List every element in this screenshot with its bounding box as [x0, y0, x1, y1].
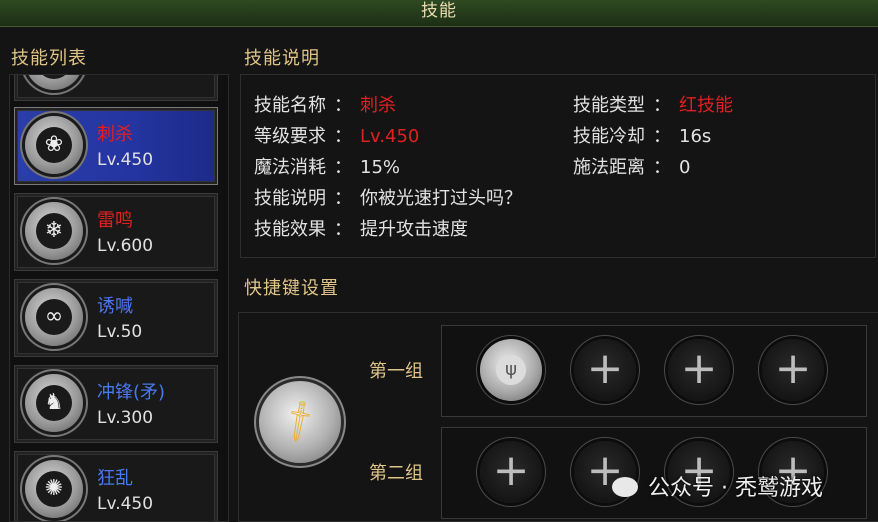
- range-value: 0: [679, 157, 691, 178]
- skill-type-row: 技能类型 ： 红技能: [573, 91, 733, 117]
- plus-icon: +: [774, 343, 812, 394]
- cooldown-row: 技能冷却 ： 16s: [573, 122, 711, 148]
- effect-row: 技能效果 ： 提升攻击速度: [254, 215, 468, 241]
- level-req-label: 等级要求: [254, 126, 326, 147]
- separator: ：: [653, 157, 671, 178]
- separator: ：: [334, 188, 352, 209]
- skill-list-item-youhan[interactable]: ∞ 诱喊 Lv.50: [14, 279, 218, 357]
- rune-icon: ✺: [25, 460, 83, 518]
- cooldown-label: 技能冷却: [573, 126, 645, 147]
- skill-icon: ✦: [25, 75, 83, 90]
- hotkey-slot-1-4[interactable]: +: [762, 339, 824, 401]
- separator: ：: [334, 219, 352, 240]
- hotkey-slot-1-3[interactable]: +: [668, 339, 730, 401]
- description-panel: 技能名称 ： 刺杀 技能类型 ： 红技能 等级要求 ： Lv.450 技能冷却 ： 16s 魔法…: [240, 74, 876, 258]
- swirl-icon: ∞: [25, 288, 83, 346]
- skill-list[interactable]: ✦ ❀ 刺杀 Lv.450 ❄ 雷鸣 Lv.600 ∞ 诱喊 Lv.50 ♞ 冲…: [9, 74, 229, 522]
- skill-list-item-kuangluan[interactable]: ✺ 狂乱 Lv.450: [14, 451, 218, 521]
- separator: ：: [653, 126, 671, 147]
- desc-value: 你被光速打过头吗？: [360, 188, 522, 209]
- skill-list-item-cisha[interactable]: ❀ 刺杀 Lv.450: [14, 107, 218, 185]
- plus-icon: +: [492, 445, 530, 496]
- effect-label: 技能效果: [254, 219, 326, 240]
- skill-name: 雷鸣: [97, 210, 133, 231]
- skill-name-label: 技能名称: [254, 95, 326, 116]
- separator: ：: [334, 95, 352, 116]
- effect-value: 提升攻击速度: [360, 219, 468, 240]
- watermark-text: 公众号 · 秃鹫游戏: [648, 476, 823, 501]
- skill-name: 狂乱: [97, 468, 133, 489]
- hotkey-slot-1-2[interactable]: +: [574, 339, 636, 401]
- wechat-icon: [612, 477, 638, 497]
- hotkey-heading: 快捷键设置: [244, 278, 339, 299]
- skill-level: Lv.450: [97, 150, 154, 170]
- desc-label: 技能说明: [254, 188, 326, 209]
- skill-name: 冲锋(矛): [97, 382, 166, 403]
- beast-icon: ♞: [25, 374, 83, 432]
- skill-type-label: 技能类型: [573, 95, 645, 116]
- skill-level: Lv.450: [97, 494, 154, 514]
- skill-level: Lv.300: [97, 408, 154, 428]
- skill-list-item-partial[interactable]: ✦: [14, 75, 218, 101]
- cooldown-value: 16s: [679, 126, 712, 147]
- skill-level: Lv.50: [97, 322, 143, 342]
- plus-icon: +: [586, 343, 624, 394]
- plus-icon: +: [680, 343, 718, 394]
- range-row: 施法距离 ： 0: [573, 153, 690, 179]
- skill-name: 诱喊: [97, 296, 133, 317]
- hotkey-slot-1-1[interactable]: ψ +: [480, 339, 542, 401]
- description-heading: 技能说明: [244, 48, 320, 69]
- lotus-icon: ψ: [496, 355, 526, 385]
- separator: ：: [653, 95, 671, 116]
- skill-type-value: 红技能: [679, 95, 733, 116]
- level-req-value: Lv.450: [360, 126, 420, 147]
- skill-name-row: 技能名称 ： 刺杀: [254, 91, 396, 117]
- sword-icon[interactable]: 🗡: [259, 381, 341, 463]
- separator: ：: [334, 157, 352, 178]
- group-2-label: 第二组: [369, 463, 423, 484]
- snowflake-burst-icon: ❄: [25, 202, 83, 260]
- hotkey-slot-2-1[interactable]: +: [480, 441, 542, 503]
- hotkey-group-1: ψ + + + +: [441, 325, 867, 417]
- skill-name: 刺杀: [97, 124, 133, 145]
- skill-name-value: 刺杀: [360, 95, 396, 116]
- watermark: 公众号 · 秃鹫游戏: [612, 470, 823, 502]
- skill-level: Lv.600: [97, 236, 154, 256]
- window-titlebar: 技能: [0, 0, 878, 27]
- group-1-label: 第一组: [369, 361, 423, 382]
- window-title: 技能: [421, 1, 457, 21]
- level-req-row: 等级要求 ： Lv.450: [254, 122, 419, 148]
- lotus-icon: ❀: [25, 116, 83, 174]
- skill-list-item-leiming[interactable]: ❄ 雷鸣 Lv.600: [14, 193, 218, 271]
- mana-value: 15%: [360, 157, 401, 178]
- range-label: 施法距离: [573, 157, 645, 178]
- desc-row: 技能说明 ： 你被光速打过头吗？: [254, 184, 522, 210]
- separator: ：: [334, 126, 352, 147]
- skill-list-item-chongfeng[interactable]: ♞ 冲锋(矛) Lv.300: [14, 365, 218, 443]
- mana-label: 魔法消耗: [254, 157, 326, 178]
- mana-row: 魔法消耗 ： 15%: [254, 153, 400, 179]
- skill-list-heading: 技能列表: [11, 48, 87, 69]
